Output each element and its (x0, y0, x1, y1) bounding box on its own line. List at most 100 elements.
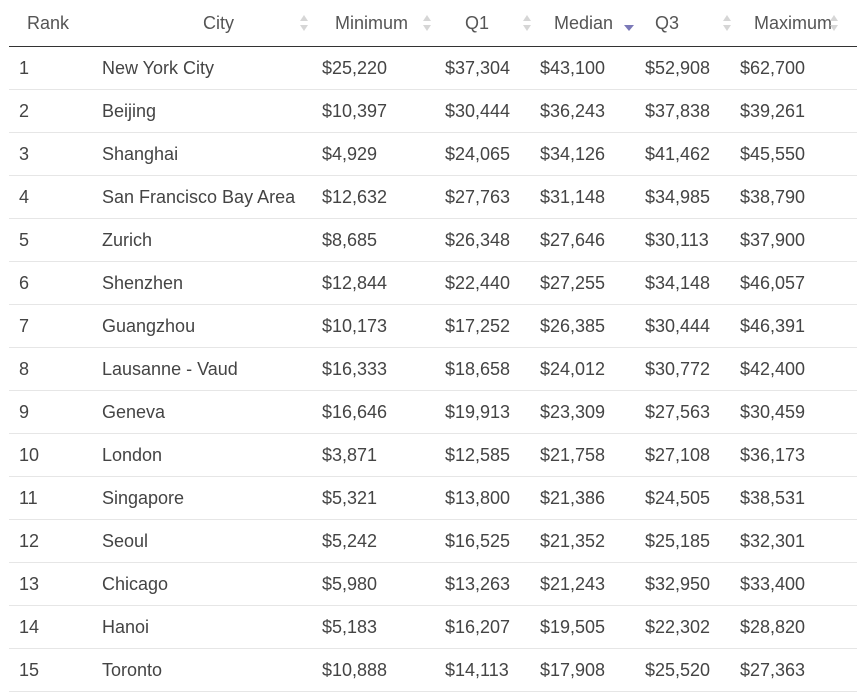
cell-rank: 11 (9, 476, 102, 520)
cell-median: $36,243 (540, 89, 645, 133)
cell-q3: $25,185 (645, 519, 740, 563)
cell-q3: $34,985 (645, 175, 740, 219)
cell-rank: 4 (9, 175, 102, 219)
cell-q3: $30,113 (645, 218, 740, 262)
cell-max: $46,391 (740, 304, 857, 348)
column-header-rank: Rank (9, 0, 102, 47)
cell-city: Zurich (102, 218, 322, 262)
cell-median: $23,309 (540, 390, 645, 434)
cell-median: $21,758 (540, 433, 645, 477)
column-header-q1[interactable]: Q1 (445, 0, 540, 47)
sort-descending-arrow-icon (522, 25, 531, 31)
cell-max: $32,301 (740, 519, 857, 563)
table-row: 15 Toronto $10,888 $14,113 $17,908 $25,520 $27… (9, 648, 857, 692)
cell-city: Hanoi (102, 605, 322, 649)
column-header-label: Q3 (655, 12, 680, 33)
cell-rank: 8 (9, 347, 102, 391)
cell-city: Shenzhen (102, 261, 322, 305)
cell-rank: 9 (9, 390, 102, 434)
sort-both-icon[interactable] (422, 15, 431, 31)
sort-descending-arrow-icon (623, 25, 634, 31)
cell-rank: 7 (9, 304, 102, 348)
cell-rank: 2 (9, 89, 102, 133)
cell-max: $28,820 (740, 605, 857, 649)
cell-q3: $30,444 (645, 304, 740, 348)
table-row: 1 New York City $25,220 $37,304 $43,100 $52,9… (9, 46, 857, 90)
sort-both-icon[interactable] (299, 15, 308, 31)
cell-max: $45,550 (740, 132, 857, 176)
cell-q1: $27,763 (445, 175, 540, 219)
cell-median: $27,255 (540, 261, 645, 305)
city-salary-table: Rank City Minimum Q1 Median Q3 Maximum 1 New Yo… (9, 0, 857, 692)
cell-q3: $30,772 (645, 347, 740, 391)
cell-rank: 15 (9, 648, 102, 692)
column-header-q3[interactable]: Q3 (645, 0, 740, 47)
column-header-city[interactable]: City (102, 0, 322, 47)
cell-max: $38,531 (740, 476, 857, 520)
cell-min: $16,333 (322, 347, 445, 391)
cell-max: $36,173 (740, 433, 857, 477)
cell-min: $8,685 (322, 218, 445, 262)
cell-q1: $16,207 (445, 605, 540, 649)
sort-both-icon[interactable] (829, 15, 838, 31)
cell-city: Shanghai (102, 132, 322, 176)
sort-ascending-arrow-icon (299, 15, 308, 21)
cell-min: $10,173 (322, 304, 445, 348)
column-header-label: Minimum (335, 12, 409, 33)
table-row: 10 London $3,871 $12,585 $21,758 $27,108 $36,1… (9, 433, 857, 477)
cell-min: $12,632 (322, 175, 445, 219)
cell-min: $5,980 (322, 562, 445, 606)
cell-city: Singapore (102, 476, 322, 520)
column-header-min[interactable]: Minimum (322, 0, 445, 47)
sort-both-icon[interactable] (522, 15, 531, 31)
cell-max: $46,057 (740, 261, 857, 305)
cell-q3: $37,838 (645, 89, 740, 133)
cell-q1: $13,263 (445, 562, 540, 606)
cell-rank: 13 (9, 562, 102, 606)
column-header-median[interactable]: Median (540, 0, 645, 47)
sort-ascending-arrow-icon (522, 15, 531, 21)
cell-min: $12,844 (322, 261, 445, 305)
cell-rank: 5 (9, 218, 102, 262)
sort-descending-icon[interactable] (623, 15, 634, 31)
cell-min: $10,397 (322, 89, 445, 133)
table-row: 8 Lausanne - Vaud $16,333 $18,658 $24,012 $30… (9, 347, 857, 391)
cell-max: $39,261 (740, 89, 857, 133)
cell-q1: $18,658 (445, 347, 540, 391)
cell-rank: 6 (9, 261, 102, 305)
cell-q1: $37,304 (445, 46, 540, 90)
cell-city: Seoul (102, 519, 322, 563)
cell-city: Beijing (102, 89, 322, 133)
cell-median: $17,908 (540, 648, 645, 692)
cell-rank: 10 (9, 433, 102, 477)
cell-city: New York City (102, 46, 322, 90)
cell-q3: $34,148 (645, 261, 740, 305)
sort-both-icon[interactable] (722, 15, 731, 31)
cell-q1: $30,444 (445, 89, 540, 133)
cell-median: $26,385 (540, 304, 645, 348)
table-row: 7 Guangzhou $10,173 $17,252 $26,385 $30,444 $4… (9, 304, 857, 348)
cell-min: $5,242 (322, 519, 445, 563)
table-row: 2 Beijing $10,397 $30,444 $36,243 $37,838 $39,… (9, 89, 857, 133)
cell-q1: $17,252 (445, 304, 540, 348)
sort-descending-arrow-icon (722, 25, 731, 31)
cell-median: $19,505 (540, 605, 645, 649)
cell-q1: $16,525 (445, 519, 540, 563)
cell-q1: $13,800 (445, 476, 540, 520)
cell-max: $37,900 (740, 218, 857, 262)
column-header-max[interactable]: Maximum (740, 0, 857, 47)
cell-city: Guangzhou (102, 304, 322, 348)
table-row: 5 Zurich $8,685 $26,348 $27,646 $30,113 $37,90… (9, 218, 857, 262)
cell-min: $4,929 (322, 132, 445, 176)
table-body: 1 New York City $25,220 $37,304 $43,100 $52,9… (9, 46, 857, 692)
cell-q3: $27,108 (645, 433, 740, 477)
cell-city: Toronto (102, 648, 322, 692)
cell-q1: $22,440 (445, 261, 540, 305)
table-header-row: Rank City Minimum Q1 Median Q3 Maximum (9, 0, 857, 47)
table-row: 13 Chicago $5,980 $13,263 $21,243 $32,950 $33,… (9, 562, 857, 606)
cell-median: $24,012 (540, 347, 645, 391)
cell-min: $3,871 (322, 433, 445, 477)
cell-max: $33,400 (740, 562, 857, 606)
cell-q3: $27,563 (645, 390, 740, 434)
table-row: 3 Shanghai $4,929 $24,065 $34,126 $41,462 $45,… (9, 132, 857, 176)
